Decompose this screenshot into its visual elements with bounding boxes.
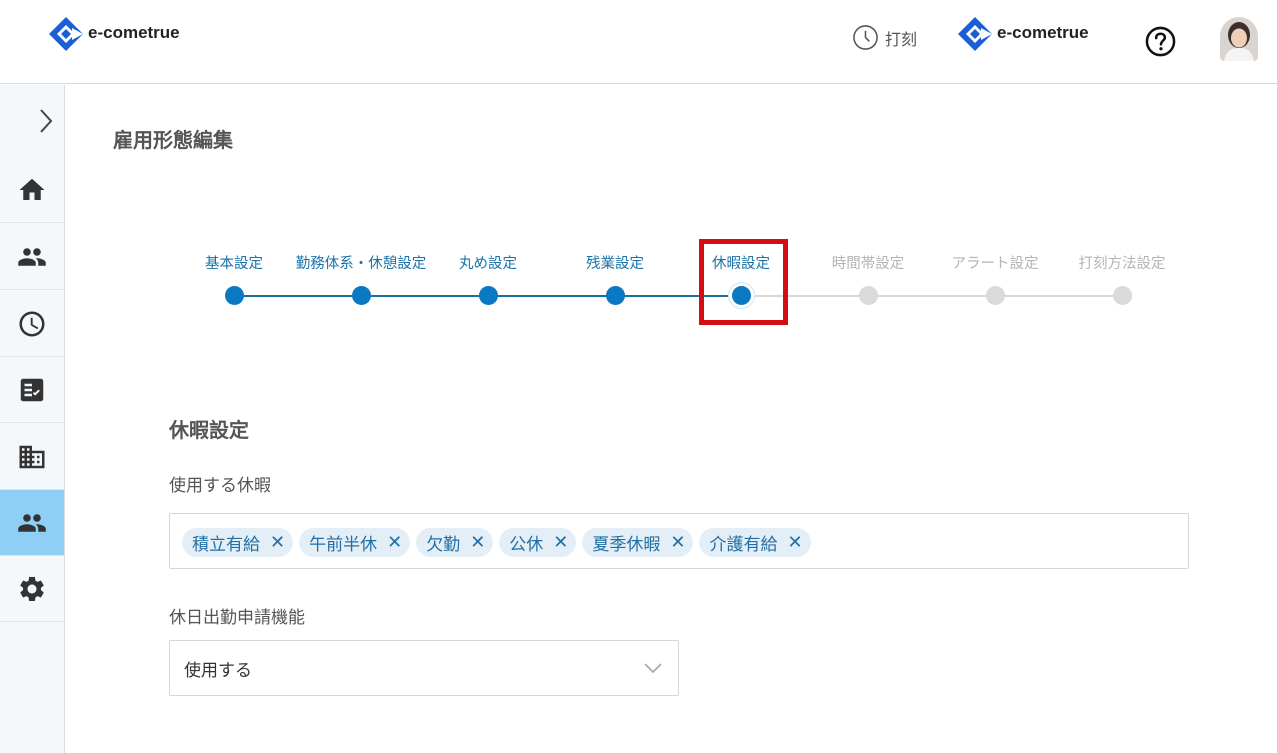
punch-button[interactable]: 打刻 (852, 24, 917, 51)
remove-tag-icon[interactable]: ✕ (670, 532, 685, 553)
current-step-highlight (699, 239, 788, 325)
tag-label: 欠勤 (426, 535, 461, 555)
remove-tag-icon[interactable]: ✕ (787, 532, 802, 553)
step-dot (606, 286, 625, 305)
user-photo-icon (1220, 17, 1258, 61)
sidebar-item-employment-types[interactable] (0, 490, 64, 556)
vacation-tag: 欠勤 ✕ (416, 528, 494, 557)
building-icon (19, 445, 45, 468)
vacation-field-label: 使用する休暇 (169, 476, 271, 496)
logo-text: e-cometrue (997, 23, 1089, 42)
punch-label: 打刻 (885, 29, 918, 49)
vacation-tag-input[interactable]: 積立有給 ✕ 午前半休 ✕ 欠勤 ✕ 公休 ✕ 夏季休暇 ✕ 介護有給 ✕ (169, 513, 1189, 569)
tag-label: 介護有給 (709, 535, 778, 555)
step-dot (352, 286, 371, 305)
step-dot (986, 286, 1005, 305)
holiday-work-field-label: 休日出勤申請機能 (169, 608, 305, 628)
sidebar-item-home[interactable] (0, 157, 64, 223)
checklist-icon (20, 378, 44, 401)
step-label: 打刻方法設定 (1078, 256, 1166, 272)
top-header: e-cometrue 打刻 e-cometrue (0, 0, 1277, 84)
tag-label: 公休 (509, 535, 544, 555)
sidebar-item-users[interactable] (0, 224, 64, 290)
vacation-tag: 積立有給 ✕ (182, 528, 294, 557)
settings-stepper: 基本設定 勤務体系・休憩設定 丸め設定 残業設定 休暇設定 時間帯設定 アラート… (170, 239, 1190, 325)
gear-icon (20, 576, 44, 601)
step-punch-method[interactable]: 打刻方法設定 (1047, 250, 1197, 305)
tag-label: 午前半休 (309, 535, 378, 555)
sidebar (0, 85, 65, 753)
tag-label: 積立有給 (192, 535, 260, 555)
vacation-tag: 公休 ✕ (499, 528, 577, 557)
vacation-tag: 午前半休 ✕ (299, 528, 411, 557)
remove-tag-icon[interactable]: ✕ (553, 532, 568, 553)
people-icon (18, 513, 46, 532)
vacation-tag: 介護有給 ✕ (699, 528, 811, 557)
remove-tag-icon[interactable]: ✕ (470, 532, 485, 553)
logo-mark-icon (49, 17, 83, 51)
sidebar-item-requests[interactable] (0, 357, 64, 423)
page-title: 雇用形態編集 (113, 128, 233, 152)
remove-tag-icon[interactable]: ✕ (270, 532, 285, 553)
holiday-work-select[interactable]: 使用する (169, 640, 679, 696)
tag-label: 夏季休暇 (592, 535, 661, 555)
company-logo: e-cometrue (957, 16, 1089, 52)
logo-text: e-cometrue (88, 23, 180, 42)
home-icon (19, 178, 45, 200)
step-dot (225, 286, 244, 305)
select-value: 使用する (184, 660, 252, 681)
help-icon[interactable] (1145, 26, 1176, 57)
clock-icon (853, 25, 878, 50)
section-title: 休暇設定 (169, 418, 249, 442)
clock-icon (19, 311, 45, 336)
vacation-tag: 夏季休暇 ✕ (582, 528, 694, 557)
sidebar-expand-button[interactable] (0, 85, 64, 157)
brand-logo[interactable]: e-cometrue (48, 16, 180, 52)
people-icon (18, 247, 46, 266)
stepper-remaining-line (741, 295, 1122, 297)
chevron-right-icon (40, 109, 53, 133)
step-dot (1113, 286, 1132, 305)
logo-mark-icon (958, 17, 992, 51)
step-dot (859, 286, 878, 305)
sidebar-item-company[interactable] (0, 424, 64, 490)
sidebar-item-settings[interactable] (0, 556, 64, 622)
sidebar-item-attendance[interactable] (0, 291, 64, 357)
step-dot (479, 286, 498, 305)
remove-tag-icon[interactable]: ✕ (387, 532, 402, 553)
chevron-down-icon (644, 663, 662, 674)
avatar[interactable] (1220, 17, 1258, 61)
